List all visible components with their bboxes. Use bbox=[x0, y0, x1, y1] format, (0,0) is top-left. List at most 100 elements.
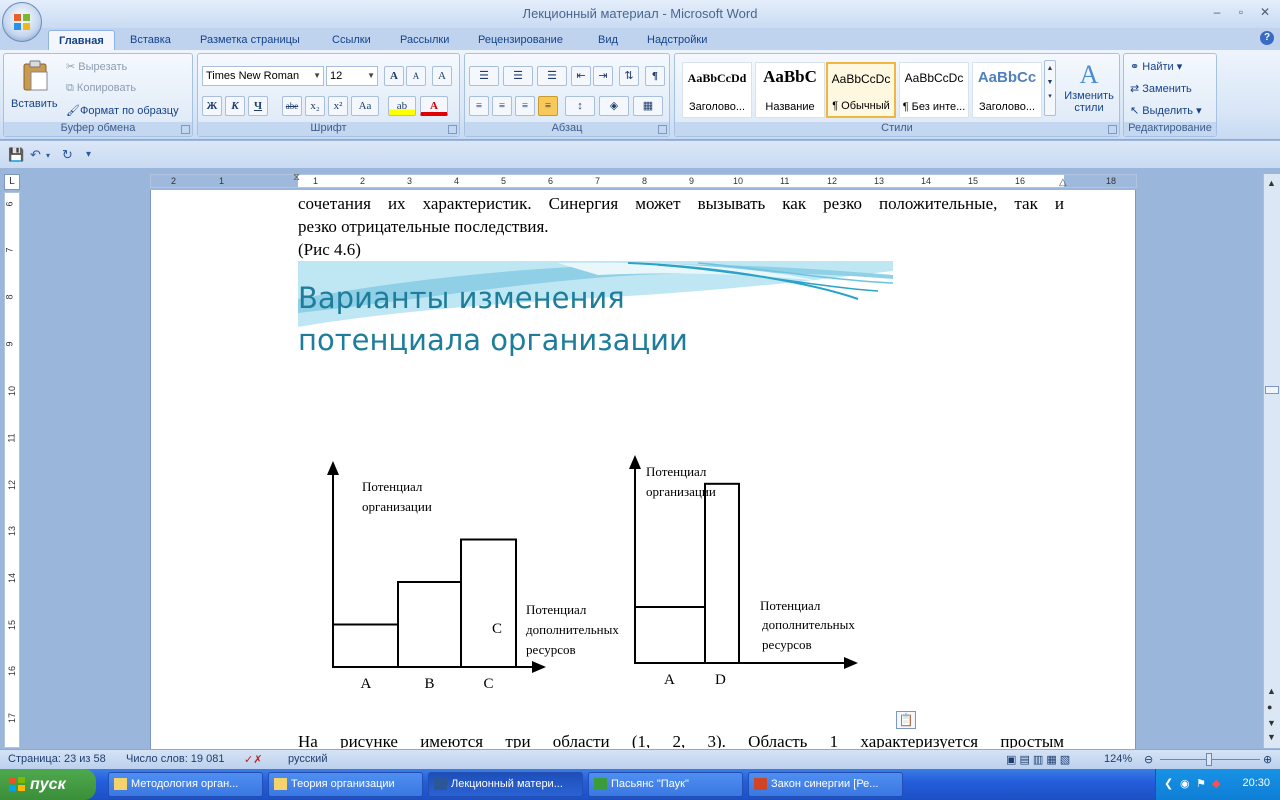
styles-scroll[interactable]: ▲ ▼ ▾ bbox=[1044, 60, 1056, 116]
maximize-button[interactable]: ▫ bbox=[1232, 4, 1250, 20]
doc-paragraph-line[interactable]: резко отрицательные последствия. bbox=[298, 217, 549, 237]
figure-reference[interactable]: (Рис 4.6) bbox=[298, 240, 361, 260]
zoom-level[interactable]: 124% bbox=[1104, 753, 1132, 765]
zoom-out-icon[interactable]: ⊖ bbox=[1144, 753, 1153, 766]
right-indent-marker-icon[interactable]: △ bbox=[1059, 177, 1067, 188]
paste-button[interactable]: Вставить bbox=[9, 58, 61, 120]
highlight-icon[interactable]: ab bbox=[388, 96, 416, 116]
scroll-down-icon[interactable]: ▼ bbox=[1267, 718, 1276, 728]
align-right-icon[interactable]: ≡ bbox=[515, 96, 535, 116]
font-color-icon[interactable]: A bbox=[420, 96, 448, 116]
scrollbar-thumb[interactable] bbox=[1265, 386, 1279, 394]
indent-marker-icon[interactable]: ⧖ bbox=[293, 172, 300, 183]
taskbar-item[interactable]: Методология орган... bbox=[108, 772, 263, 797]
superscript-button[interactable]: x² bbox=[328, 96, 348, 116]
paste-options-icon[interactable]: 📋 bbox=[896, 711, 916, 729]
italic-button[interactable]: К bbox=[225, 96, 245, 116]
decrease-indent-icon[interactable]: ⇤ bbox=[571, 66, 591, 86]
clipboard-launcher[interactable] bbox=[181, 125, 190, 134]
zoom-in-icon[interactable]: ⊕ bbox=[1263, 753, 1272, 766]
paragraph-launcher[interactable] bbox=[658, 125, 667, 134]
tab-home[interactable]: Главная bbox=[48, 30, 115, 50]
customize-qat-icon[interactable]: ▾ bbox=[86, 149, 91, 160]
browse-object-icon[interactable]: ● bbox=[1267, 702, 1272, 712]
tab-review[interactable]: Рецензирование bbox=[468, 30, 573, 50]
select-button[interactable]: ↖ Выделить ▾ bbox=[1130, 104, 1202, 117]
taskbar-item[interactable]: Лекционный матери... bbox=[428, 772, 583, 797]
font-size-combo[interactable]: 12 ▼ bbox=[326, 66, 378, 86]
increase-indent-icon[interactable]: ⇥ bbox=[593, 66, 613, 86]
align-center-icon[interactable]: ≡ bbox=[492, 96, 512, 116]
scroll-up-icon[interactable]: ▲ bbox=[1267, 686, 1276, 696]
doc-paragraph-line[interactable]: сочетания их характеристик. Синергия мож… bbox=[298, 194, 1064, 214]
change-styles-button[interactable]: A Изменить стили bbox=[1061, 60, 1117, 120]
minimize-button[interactable]: – bbox=[1208, 4, 1226, 20]
bold-button[interactable]: Ж bbox=[202, 96, 222, 116]
slide-image[interactable]: Варианты изменения потенциала организаци… bbox=[298, 261, 893, 706]
doc-paragraph-line[interactable]: На рисунке имеются три области (1, 2, 3)… bbox=[298, 732, 1064, 748]
scroll-down-icon[interactable]: ▼ bbox=[1267, 732, 1276, 742]
page-count[interactable]: Страница: 23 из 58 bbox=[8, 753, 106, 765]
taskbar-item[interactable]: Закон синергии [Ре... bbox=[748, 772, 903, 797]
subscript-button[interactable]: x₂ bbox=[305, 96, 325, 116]
word-count[interactable]: Число слов: 19 081 bbox=[126, 753, 224, 765]
underline-button[interactable]: Ч bbox=[248, 96, 268, 116]
style-normal[interactable]: AaBbCcDc ¶ Обычный bbox=[826, 62, 896, 118]
tab-insert[interactable]: Вставка bbox=[120, 30, 181, 50]
pilcrow-icon[interactable]: ¶ bbox=[645, 66, 665, 86]
change-case-button[interactable]: Aa bbox=[351, 96, 379, 116]
font-name-combo[interactable]: Times New Roman ▼ bbox=[202, 66, 324, 86]
tab-addins[interactable]: Надстройки bbox=[637, 30, 717, 50]
undo-icon[interactable]: ↶ bbox=[30, 147, 41, 163]
line-spacing-icon[interactable]: ↕ bbox=[565, 96, 595, 116]
help-icon[interactable]: ? bbox=[1260, 31, 1274, 45]
tray-collapse-icon[interactable]: ❮ bbox=[1164, 777, 1173, 790]
cut-button[interactable]: ✂ Вырезать bbox=[66, 60, 127, 73]
spellcheck-icon[interactable]: ✓✗ bbox=[244, 753, 262, 766]
find-button[interactable]: ⚭ Найти ▾ bbox=[1130, 60, 1182, 73]
borders-icon[interactable]: ▦ bbox=[633, 96, 663, 116]
align-left-icon[interactable]: ≡ bbox=[469, 96, 489, 116]
tab-selector-icon[interactable]: L bbox=[4, 174, 20, 190]
save-icon[interactable]: 💾 bbox=[8, 147, 24, 163]
antivirus-icon[interactable]: ◆ bbox=[1212, 777, 1220, 790]
grow-font-button[interactable]: A bbox=[384, 66, 404, 86]
taskbar-item[interactable]: Пасьянс "Паук" bbox=[588, 772, 743, 797]
undo-dropdown-icon[interactable]: ▾ bbox=[46, 151, 50, 160]
style-title[interactable]: AaBbC Название bbox=[755, 62, 825, 118]
view-buttons[interactable]: ▣ ▤ ▥ ▦ ▧ bbox=[1006, 753, 1070, 766]
taskbar-item[interactable]: Теория организации bbox=[268, 772, 423, 797]
copy-button[interactable]: ⧉ Копировать bbox=[66, 82, 136, 95]
numbering-icon[interactable]: ☰ bbox=[503, 66, 533, 86]
replace-button[interactable]: ⇄ Заменить bbox=[1130, 82, 1192, 95]
format-painter-button[interactable]: 🖌Формат по образцу bbox=[66, 104, 179, 117]
font-launcher[interactable] bbox=[448, 125, 457, 134]
office-button[interactable] bbox=[2, 2, 42, 42]
shrink-font-button[interactable]: A bbox=[406, 66, 426, 86]
redo-icon[interactable]: ↻ bbox=[62, 147, 73, 163]
scroll-up-icon[interactable]: ▲ bbox=[1267, 178, 1276, 188]
shading-icon[interactable]: ◈ bbox=[599, 96, 629, 116]
multilevel-list-icon[interactable]: ☰ bbox=[537, 66, 567, 86]
bullets-icon[interactable]: ☰ bbox=[469, 66, 499, 86]
language-icon[interactable]: ⚑ bbox=[1196, 777, 1206, 790]
tab-page-layout[interactable]: Разметка страницы bbox=[190, 30, 310, 50]
network-icon[interactable]: ◉ bbox=[1180, 777, 1190, 790]
style-no-spacing[interactable]: AaBbCcDc ¶ Без инте... bbox=[899, 62, 969, 118]
clear-format-icon[interactable]: A bbox=[432, 66, 452, 86]
sort-icon[interactable]: ⇅ bbox=[619, 66, 639, 86]
style-heading-2[interactable]: AaBbCc Заголово... bbox=[972, 62, 1042, 118]
language[interactable]: русский bbox=[288, 753, 327, 765]
vertical-ruler[interactable]: 6 7 8 9 10 11 12 13 14 15 16 17 bbox=[4, 192, 20, 748]
justify-icon[interactable]: ≡ bbox=[538, 96, 558, 116]
vertical-scrollbar[interactable]: ▲ ▲ ● ▼ ▼ bbox=[1263, 174, 1280, 748]
tab-mailings[interactable]: Рассылки bbox=[390, 30, 459, 50]
tab-references[interactable]: Ссылки bbox=[322, 30, 381, 50]
close-button[interactable]: ✕ bbox=[1256, 4, 1274, 20]
zoom-slider-thumb[interactable] bbox=[1206, 753, 1212, 766]
strikethrough-button[interactable]: abe bbox=[282, 96, 302, 116]
tab-view[interactable]: Вид bbox=[588, 30, 628, 50]
styles-launcher[interactable] bbox=[1108, 125, 1117, 134]
style-heading-1[interactable]: AaBbCcDd Заголово... bbox=[682, 62, 752, 118]
start-button[interactable]: пуск bbox=[0, 769, 96, 800]
